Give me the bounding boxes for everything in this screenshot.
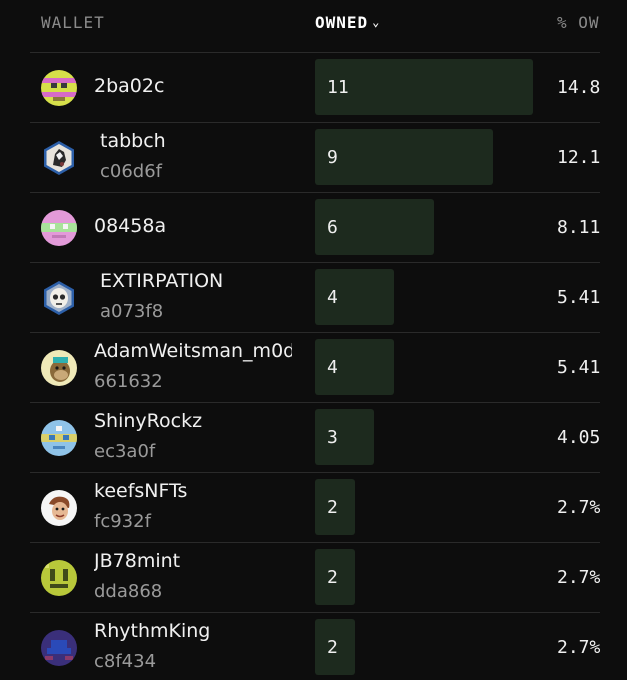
percent-owned: 8.11 xyxy=(557,217,600,238)
wallet-name[interactable]: RhythmKing xyxy=(94,620,292,642)
hexagon-skull-avatar-icon xyxy=(41,280,77,316)
table-row[interactable]: 08458a 6 8.11 xyxy=(30,193,600,263)
pixel-blue-avatar-icon xyxy=(41,420,77,456)
wallet-address[interactable]: ec3a0f xyxy=(94,441,155,462)
percent-owned: 5.41 xyxy=(557,357,600,378)
owned-header-label: OWNED xyxy=(315,13,369,32)
chevron-down-icon: ⌄ xyxy=(372,15,381,29)
owned-count: 4 xyxy=(327,357,338,378)
ape-avatar-icon xyxy=(41,350,77,386)
table-row[interactable]: 2ba02c 11 14.8 xyxy=(30,53,600,123)
pixel-smiley-avatar-icon xyxy=(41,70,77,106)
owned-column-header[interactable]: OWNED ⌄ xyxy=(315,13,380,32)
table-row[interactable]: JB78mint dda868 2 2.7% xyxy=(30,543,600,613)
table-header: WALLET OWNED ⌄ % OW xyxy=(30,0,600,53)
percent-owned-column-header[interactable]: % OW xyxy=(557,13,600,32)
owned-count: 11 xyxy=(327,77,349,98)
table-row[interactable]: RhythmKing c8f434 2 2.7% xyxy=(30,613,600,680)
pixel-green-avatar-icon xyxy=(41,560,77,596)
owned-count: 2 xyxy=(327,567,338,588)
wallet-address[interactable]: c8f434 xyxy=(94,651,156,672)
table-row[interactable]: ShinyRockz ec3a0f 3 4.05 xyxy=(30,403,600,473)
owned-count: 2 xyxy=(327,637,338,658)
table-row[interactable]: tabbch c06d6f 9 12.1 xyxy=(30,123,600,193)
percent-owned: 14.8 xyxy=(557,77,600,98)
percent-owned: 2.7% xyxy=(557,637,600,658)
table-row[interactable]: AdamWeitsman_m0de 661632 4 5.41 xyxy=(30,333,600,403)
owned-count: 6 xyxy=(327,217,338,238)
cartoon-face-avatar-icon xyxy=(41,490,77,526)
wallet-name[interactable]: keefsNFTs xyxy=(94,480,292,502)
table-row[interactable]: EXTIRPATION a073f8 4 5.41 xyxy=(30,263,600,333)
pixel-purple-avatar-icon xyxy=(41,630,77,666)
wallet-address[interactable]: a073f8 xyxy=(100,301,163,322)
wallet-address[interactable]: fc932f xyxy=(94,511,151,532)
wallet-name[interactable]: tabbch xyxy=(100,130,298,152)
wallet-address[interactable]: dda868 xyxy=(94,581,162,602)
percent-owned: 5.41 xyxy=(557,287,600,308)
owned-count: 4 xyxy=(327,287,338,308)
wallet-column-header: WALLET xyxy=(41,13,105,32)
hexagon-horse-avatar-icon xyxy=(41,140,77,176)
wallet-name[interactable]: JB78mint xyxy=(94,550,292,572)
pixel-pink-avatar-icon xyxy=(41,210,77,246)
wallet-name[interactable]: 08458a xyxy=(94,215,292,237)
percent-owned: 4.05 xyxy=(557,427,600,448)
wallet-address[interactable]: 661632 xyxy=(94,371,163,392)
owned-count: 9 xyxy=(327,147,338,168)
percent-owned: 2.7% xyxy=(557,497,600,518)
owned-count: 2 xyxy=(327,497,338,518)
owned-count: 3 xyxy=(327,427,338,448)
wallet-name[interactable]: 2ba02c xyxy=(94,75,292,97)
owners-table: WALLET OWNED ⌄ % OW 2ba02c 11 14.8 tabbc… xyxy=(30,0,600,680)
owned-bar xyxy=(315,129,493,185)
percent-owned: 2.7% xyxy=(557,567,600,588)
wallet-name[interactable]: AdamWeitsman_m0de xyxy=(94,340,292,362)
wallet-address[interactable]: c06d6f xyxy=(100,161,162,182)
wallet-name[interactable]: ShinyRockz xyxy=(94,410,292,432)
table-row[interactable]: keefsNFTs fc932f 2 2.7% xyxy=(30,473,600,543)
owned-bar xyxy=(315,409,374,465)
percent-owned: 12.1 xyxy=(557,147,600,168)
wallet-name[interactable]: EXTIRPATION xyxy=(100,270,298,292)
